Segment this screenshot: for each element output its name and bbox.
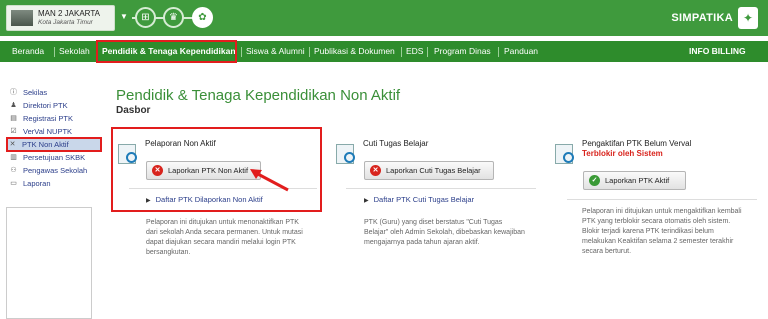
sidebar-panel bbox=[6, 207, 92, 319]
sidebar-item-verval-nuptk[interactable]: ☑ VerVal NUPTK bbox=[9, 126, 72, 137]
divider bbox=[346, 188, 536, 189]
users-icon[interactable]: ♛ bbox=[163, 7, 184, 28]
nav-separator bbox=[54, 47, 55, 57]
nav-separator bbox=[309, 47, 310, 57]
page-subtitle: Dasbor bbox=[116, 105, 151, 116]
nav-info-billing[interactable]: INFO BILLING bbox=[689, 41, 746, 62]
card-title: Pengaktifan PTK Belum Verval bbox=[582, 139, 692, 148]
checkbox-icon: ☑ bbox=[10, 128, 17, 135]
person-icon: ♟ bbox=[10, 102, 17, 109]
nav-highlight bbox=[96, 40, 237, 63]
blocked-warning: Terblokir oleh Sistem bbox=[582, 149, 663, 158]
sidebar-item-label: Direktori PTK bbox=[23, 101, 68, 110]
document-icon: ▥ bbox=[10, 154, 17, 161]
desc-line: Blokir terjadi karena PTK terindikasi be… bbox=[582, 228, 714, 235]
sidebar-item-registrasi-ptk[interactable]: ▤ Registrasi PTK bbox=[9, 113, 73, 124]
sidebar-highlight bbox=[6, 137, 102, 152]
document-icon: ▤ bbox=[10, 115, 17, 122]
desc-line: dapat diajukan secara mandiri melalui lo… bbox=[146, 239, 296, 246]
desc-line: Pelaporan ini ditujukan untuk menonaktif… bbox=[146, 219, 299, 226]
school-name: MAN 2 JAKARTA bbox=[38, 9, 100, 18]
card-description: PTK (Guru) yang diset berstatus "Cuti Tu… bbox=[364, 218, 525, 248]
sidebar-item-label: VerVal NUPTK bbox=[23, 127, 73, 136]
school-city: Kota Jakarta Timur bbox=[38, 19, 93, 26]
page-title: Pendidik & Tenaga Kependidikan Non Aktif bbox=[116, 87, 401, 104]
report-search-icon bbox=[555, 144, 574, 164]
sidebar-item-label: Pengawas Sekolah bbox=[23, 166, 88, 175]
nav-separator bbox=[401, 47, 402, 57]
report-search-icon bbox=[336, 144, 355, 164]
desc-line: PTK (Guru) yang diset berstatus "Cuti Tu… bbox=[364, 219, 503, 226]
daftar-ptk-cuti-link[interactable]: ▶ Daftar PTK Cuti Tugas Belajar bbox=[364, 195, 474, 204]
top-header: MAN 2 JAKARTA Kota Jakarta Timur ▼ ⊞ ♛ ✿… bbox=[0, 0, 768, 36]
nav-sekolah[interactable]: Sekolah bbox=[59, 41, 90, 62]
card-description: Pelaporan ini ditujukan untuk menonaktif… bbox=[146, 218, 303, 258]
desc-line: dari sekolah Anda secara permanen. Untuk… bbox=[146, 229, 303, 236]
button-label: Laporkan PTK Aktif bbox=[605, 176, 670, 185]
nav-eds[interactable]: EDS bbox=[406, 41, 423, 62]
sidebar-item-direktori-ptk[interactable]: ♟ Direktori PTK bbox=[9, 100, 68, 111]
people-icon: ⚇ bbox=[10, 167, 17, 174]
folder-icon: ▭ bbox=[10, 180, 17, 187]
close-icon: ✕ bbox=[370, 165, 381, 176]
nav-program-dinas[interactable]: Program Dinas bbox=[434, 41, 491, 62]
sidebar-item-label: Persetujuan SKBK bbox=[23, 153, 86, 162]
nav-siswa-alumni[interactable]: Siswa & Alumni bbox=[246, 41, 305, 62]
nav-beranda[interactable]: Beranda bbox=[12, 41, 44, 62]
sidebar-item-label: Registrasi PTK bbox=[23, 114, 74, 123]
nav-panduan[interactable]: Panduan bbox=[504, 41, 538, 62]
nav-separator bbox=[427, 47, 428, 57]
sidebar-item-label: Sekilas bbox=[23, 88, 48, 97]
school-photo bbox=[11, 10, 33, 26]
brand-name: SIMPATIKA bbox=[671, 12, 733, 24]
gear-icon[interactable]: ✿ bbox=[192, 7, 213, 28]
pointer-arrow-icon bbox=[250, 169, 289, 192]
check-icon: ✓ bbox=[589, 175, 600, 186]
link-label: Daftar PTK Cuti Tugas Belajar bbox=[373, 195, 475, 204]
desc-line: mengajarnya pada tahun ajaran aktif. bbox=[364, 239, 480, 246]
sidebar-item-pengawas-sekolah[interactable]: ⚇ Pengawas Sekolah bbox=[9, 165, 87, 176]
desc-line: bersangkutan. bbox=[146, 249, 191, 256]
brand: SIMPATIKA ✦ bbox=[671, 6, 758, 30]
nav-separator bbox=[241, 47, 242, 57]
kemenag-logo-icon: ✦ bbox=[738, 7, 758, 29]
sidebar-item-sekilas[interactable]: ⓘ Sekilas bbox=[9, 87, 47, 98]
laporkan-ptk-aktif-button[interactable]: ✓ Laporkan PTK Aktif bbox=[583, 171, 686, 190]
school-selector[interactable]: MAN 2 JAKARTA Kota Jakarta Timur bbox=[6, 5, 115, 31]
triangle-right-icon: ▶ bbox=[364, 198, 369, 204]
card-title: Cuti Tugas Belajar bbox=[363, 139, 429, 148]
divider bbox=[567, 199, 757, 200]
chevron-down-icon[interactable]: ▼ bbox=[120, 10, 132, 24]
desc-line: Belajar" oleh Admin Sekolah, dibebaskan … bbox=[364, 229, 525, 236]
nav-publikasi[interactable]: Publikasi & Dokumen bbox=[314, 41, 395, 62]
desc-line: melakukan Keaktifan selama 2 semester te… bbox=[582, 238, 734, 245]
desc-line: Pelaporan ini ditujukan untuk mengaktifk… bbox=[582, 208, 742, 215]
desc-line: secara berturut. bbox=[582, 248, 632, 255]
sidebar-item-label: Laporan bbox=[23, 179, 51, 188]
button-label: Laporkan Cuti Tugas Belajar bbox=[386, 166, 481, 175]
nav-separator bbox=[498, 47, 499, 57]
card-description: Pelaporan ini ditujukan untuk mengaktifk… bbox=[582, 207, 742, 257]
card-highlight bbox=[111, 127, 322, 212]
sidebar-item-persetujuan-skbk[interactable]: ▥ Persetujuan SKBK bbox=[9, 152, 85, 163]
info-icon: ⓘ bbox=[10, 89, 17, 96]
sidebar-item-laporan[interactable]: ▭ Laporan bbox=[9, 178, 51, 189]
sitemap-icon[interactable]: ⊞ bbox=[135, 7, 156, 28]
desc-line: PTK yang terblokir secara otomatis oleh … bbox=[582, 218, 731, 225]
laporkan-cuti-tugas-belajar-button[interactable]: ✕ Laporkan Cuti Tugas Belajar bbox=[364, 161, 494, 180]
